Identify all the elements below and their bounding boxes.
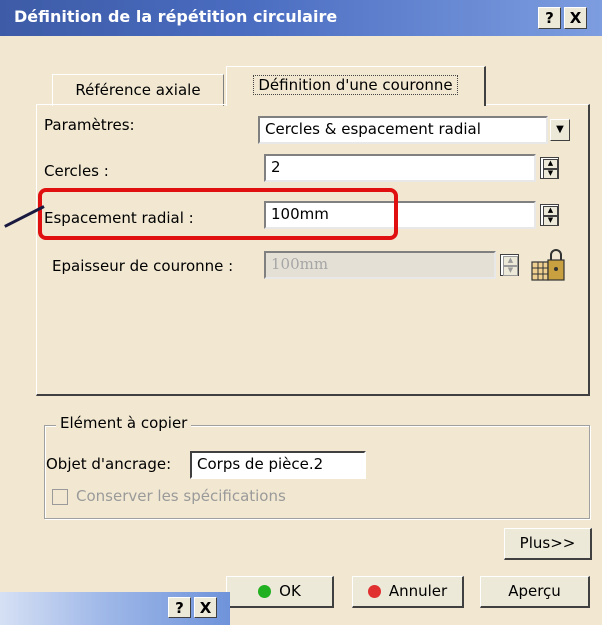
dialog-window: Définition de la répétition circulaire ?… bbox=[0, 0, 602, 625]
ok-label: OK bbox=[279, 582, 301, 600]
cercles-label: Cercles : bbox=[44, 162, 109, 180]
tab-definition-couronne[interactable]: Définition d'une couronne bbox=[226, 66, 486, 106]
help-button[interactable]: ? bbox=[538, 7, 561, 29]
close-button[interactable]: X bbox=[564, 7, 587, 29]
tab-panel bbox=[36, 104, 590, 396]
ok-icon bbox=[258, 585, 272, 598]
spin-down-icon[interactable]: ▼ bbox=[543, 169, 558, 179]
objet-ancrage-label: Objet d'ancrage: bbox=[46, 455, 172, 473]
epaisseur-spinner: ▲ ▼ bbox=[500, 254, 519, 276]
espacement-spinner[interactable]: ▲ ▼ bbox=[540, 204, 559, 226]
tab-label: Définition d'une couronne bbox=[253, 75, 458, 95]
plus-button[interactable]: Plus>> bbox=[504, 528, 592, 560]
annuler-button[interactable]: Annuler bbox=[352, 576, 464, 608]
spin-up-icon[interactable]: ▲ bbox=[543, 159, 558, 169]
parametres-label: Paramètres: bbox=[44, 116, 135, 134]
annuler-label: Annuler bbox=[388, 582, 448, 600]
ok-button[interactable]: OK bbox=[226, 576, 334, 608]
group-title: Elément à copier bbox=[56, 414, 192, 432]
spin-up-icon[interactable]: ▲ bbox=[543, 206, 558, 216]
parametres-select[interactable]: Cercles & espacement radial bbox=[258, 116, 548, 144]
highlight-box bbox=[38, 188, 398, 240]
cercles-input[interactable]: 2 bbox=[264, 154, 536, 182]
second-window-close-button[interactable]: X bbox=[194, 597, 217, 618]
epaisseur-label-text: Epaisseur de couronne : bbox=[52, 257, 234, 275]
second-window-help-button[interactable]: ? bbox=[168, 597, 191, 618]
objet-ancrage-field[interactable]: Corps de pièce.2 bbox=[190, 451, 366, 479]
tab-label: Référence axiale bbox=[75, 81, 201, 99]
dialog-title: Définition de la répétition circulaire bbox=[14, 7, 338, 26]
conserver-label: Conserver les spécifications bbox=[76, 487, 286, 505]
cercles-spinner[interactable]: ▲ ▼ bbox=[540, 157, 559, 179]
lock-icon[interactable] bbox=[526, 246, 570, 286]
spin-down-icon[interactable]: ▼ bbox=[543, 216, 558, 226]
cancel-icon bbox=[367, 585, 381, 598]
spin-up-icon: ▲ bbox=[503, 256, 518, 266]
dropdown-arrow-icon[interactable]: ▼ bbox=[550, 119, 570, 141]
apercu-button[interactable]: Aperçu bbox=[480, 576, 590, 608]
epaisseur-input: 100mm bbox=[264, 251, 496, 279]
tab-reference-axiale[interactable]: Référence axiale bbox=[52, 74, 224, 106]
conserver-checkbox[interactable] bbox=[52, 489, 68, 505]
spin-down-icon: ▼ bbox=[503, 266, 518, 276]
